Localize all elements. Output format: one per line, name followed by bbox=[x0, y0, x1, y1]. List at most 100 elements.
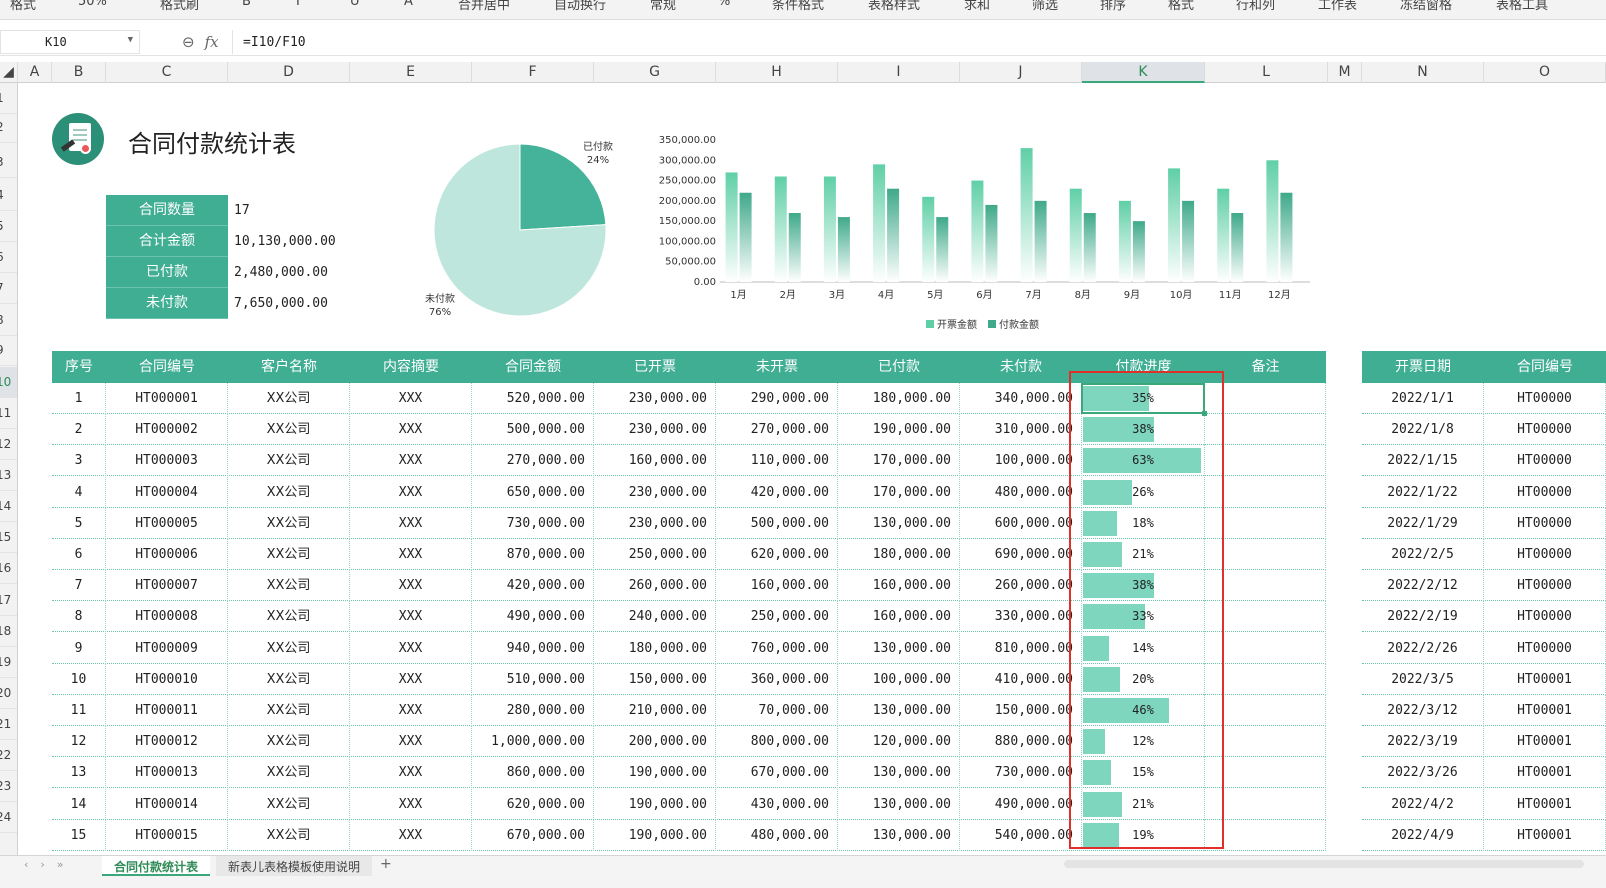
ribbon-item[interactable]: U bbox=[350, 0, 360, 9]
row-header-9[interactable]: 9 bbox=[0, 335, 17, 366]
ribbon-item[interactable]: 排序 bbox=[1100, 0, 1126, 13]
cell-code[interactable]: HT000007 bbox=[106, 570, 228, 602]
cell-invoiced[interactable]: 190,000.00 bbox=[594, 819, 716, 851]
cell-unpaid[interactable]: 100,000.00 bbox=[960, 445, 1082, 477]
cell-paid[interactable]: 130,000.00 bbox=[838, 695, 960, 726]
row-header-12[interactable]: 12 bbox=[0, 429, 17, 460]
cell-contract-code[interactable]: HT00000 bbox=[1484, 601, 1606, 633]
formula-input[interactable]: =I10/F10 bbox=[232, 30, 1606, 54]
cell-uninvoiced[interactable]: 500,000.00 bbox=[716, 507, 838, 539]
header-cell[interactable]: 未开票 bbox=[716, 351, 838, 383]
column-header-c[interactable]: C bbox=[106, 62, 228, 83]
cell-amount[interactable]: 730,000.00 bbox=[472, 507, 594, 539]
cell-invoice-date[interactable]: 2022/3/5 bbox=[1362, 663, 1484, 695]
cell-client[interactable]: XX公司 bbox=[228, 414, 350, 446]
column-header-l[interactable]: L bbox=[1205, 62, 1328, 83]
cell-contract-code[interactable]: HT00000 bbox=[1484, 570, 1606, 602]
cell-code[interactable]: HT000015 bbox=[106, 819, 228, 851]
cell-unpaid[interactable]: 480,000.00 bbox=[960, 476, 1082, 508]
cell-desc[interactable]: XXX bbox=[350, 632, 472, 664]
cell-no[interactable]: 14 bbox=[52, 788, 106, 820]
cell-desc[interactable]: XXX bbox=[350, 695, 472, 726]
sheet-nav-arrows-icon[interactable]: ‹›» bbox=[24, 858, 76, 871]
cell-desc[interactable]: XXX bbox=[350, 414, 472, 446]
cell-invoiced[interactable]: 260,000.00 bbox=[594, 570, 716, 602]
cell-contract-code[interactable]: HT00000 bbox=[1484, 632, 1606, 664]
cell-amount[interactable]: 940,000.00 bbox=[472, 632, 594, 664]
cell-client[interactable]: XX公司 bbox=[228, 632, 350, 664]
cell-desc[interactable]: XXX bbox=[350, 663, 472, 695]
cell-no[interactable]: 13 bbox=[52, 757, 106, 789]
row-header-8[interactable]: 8 bbox=[0, 305, 17, 336]
cell-unpaid[interactable]: 880,000.00 bbox=[960, 726, 1082, 758]
cell-uninvoiced[interactable]: 480,000.00 bbox=[716, 819, 838, 851]
cell-no[interactable]: 7 bbox=[52, 570, 106, 602]
cell-code[interactable]: HT000011 bbox=[106, 695, 228, 726]
cell-invoiced[interactable]: 250,000.00 bbox=[594, 539, 716, 570]
sheet-tab-active[interactable]: 合同付款统计表 bbox=[102, 856, 211, 876]
column-header-a[interactable]: A bbox=[18, 62, 52, 83]
row-header-7[interactable]: 7 bbox=[0, 273, 17, 304]
cell-no[interactable]: 9 bbox=[52, 632, 106, 664]
cell-unpaid[interactable]: 410,000.00 bbox=[960, 663, 1082, 695]
cell-uninvoiced[interactable]: 670,000.00 bbox=[716, 757, 838, 789]
column-header-k[interactable]: K bbox=[1082, 62, 1205, 83]
cell-invoiced[interactable]: 240,000.00 bbox=[594, 601, 716, 633]
header-cell[interactable]: 内容摘要 bbox=[350, 351, 472, 383]
cell-invoice-date[interactable]: 2022/2/26 bbox=[1362, 632, 1484, 664]
column-header-f[interactable]: F bbox=[472, 62, 594, 83]
cell-no[interactable]: 6 bbox=[52, 539, 106, 570]
cell-contract-code[interactable]: HT00001 bbox=[1484, 788, 1606, 820]
ribbon-item[interactable]: 表格样式 bbox=[868, 0, 920, 13]
column-header-e[interactable]: E bbox=[350, 62, 472, 83]
cell-invoice-date[interactable]: 2022/2/19 bbox=[1362, 601, 1484, 633]
ribbon-item[interactable]: B bbox=[242, 0, 251, 9]
row-header-10[interactable]: 10 bbox=[0, 367, 17, 398]
cell-client[interactable]: XX公司 bbox=[228, 539, 350, 570]
cell-invoice-date[interactable]: 2022/4/9 bbox=[1362, 819, 1484, 851]
cell-unpaid[interactable]: 340,000.00 bbox=[960, 383, 1082, 414]
ribbon-item[interactable]: 合并居中 bbox=[458, 0, 510, 13]
cell-invoiced[interactable]: 160,000.00 bbox=[594, 445, 716, 477]
cell-paid[interactable]: 130,000.00 bbox=[838, 632, 960, 664]
cell-invoiced[interactable]: 230,000.00 bbox=[594, 507, 716, 539]
cell-uninvoiced[interactable]: 160,000.00 bbox=[716, 570, 838, 602]
cell-uninvoiced[interactable]: 620,000.00 bbox=[716, 539, 838, 570]
row-header-18[interactable]: 18 bbox=[0, 616, 17, 647]
cell-desc[interactable]: XXX bbox=[350, 445, 472, 477]
cell-code[interactable]: HT000003 bbox=[106, 445, 228, 477]
cell-paid[interactable]: 120,000.00 bbox=[838, 726, 960, 758]
ribbon-item[interactable]: 格式 bbox=[10, 0, 36, 13]
cell-amount[interactable]: 520,000.00 bbox=[472, 383, 594, 414]
select-all-corner[interactable]: ◢ bbox=[0, 62, 18, 83]
ribbon-item[interactable]: 冻结窗格 bbox=[1400, 0, 1452, 13]
cell-invoice-date[interactable]: 2022/1/15 bbox=[1362, 445, 1484, 477]
cell-unpaid[interactable]: 490,000.00 bbox=[960, 788, 1082, 820]
cell-client[interactable]: XX公司 bbox=[228, 383, 350, 414]
cell-desc[interactable]: XXX bbox=[350, 788, 472, 820]
ribbon-item[interactable]: 行和列 bbox=[1236, 0, 1275, 13]
cell-unpaid[interactable]: 730,000.00 bbox=[960, 757, 1082, 789]
column-header-m[interactable]: M bbox=[1328, 62, 1362, 83]
cell-client[interactable]: XX公司 bbox=[228, 445, 350, 477]
cell-unpaid[interactable]: 690,000.00 bbox=[960, 539, 1082, 570]
cell-paid[interactable]: 160,000.00 bbox=[838, 601, 960, 633]
cell-invoiced[interactable]: 190,000.00 bbox=[594, 757, 716, 789]
header-cell[interactable]: 未付款 bbox=[960, 351, 1082, 383]
cell-code[interactable]: HT000006 bbox=[106, 539, 228, 570]
cell-contract-code[interactable]: HT00000 bbox=[1484, 445, 1606, 477]
cell-code[interactable]: HT000013 bbox=[106, 757, 228, 789]
row-header-16[interactable]: 16 bbox=[0, 553, 17, 584]
cell-amount[interactable]: 1,000,000.00 bbox=[472, 726, 594, 758]
cell-client[interactable]: XX公司 bbox=[228, 507, 350, 539]
side-header-cell[interactable]: 合同编号 bbox=[1484, 351, 1606, 383]
row-header-11[interactable]: 11 bbox=[0, 398, 17, 429]
cell-uninvoiced[interactable]: 70,000.00 bbox=[716, 695, 838, 726]
row-header-21[interactable]: 21 bbox=[0, 709, 17, 740]
cell-contract-code[interactable]: HT00000 bbox=[1484, 414, 1606, 446]
ribbon-item[interactable]: A bbox=[404, 0, 413, 9]
row-header-19[interactable]: 19 bbox=[0, 647, 17, 678]
cell-contract-code[interactable]: HT00000 bbox=[1484, 507, 1606, 539]
column-header-j[interactable]: J bbox=[960, 62, 1082, 83]
cell-invoice-date[interactable]: 2022/3/19 bbox=[1362, 726, 1484, 758]
